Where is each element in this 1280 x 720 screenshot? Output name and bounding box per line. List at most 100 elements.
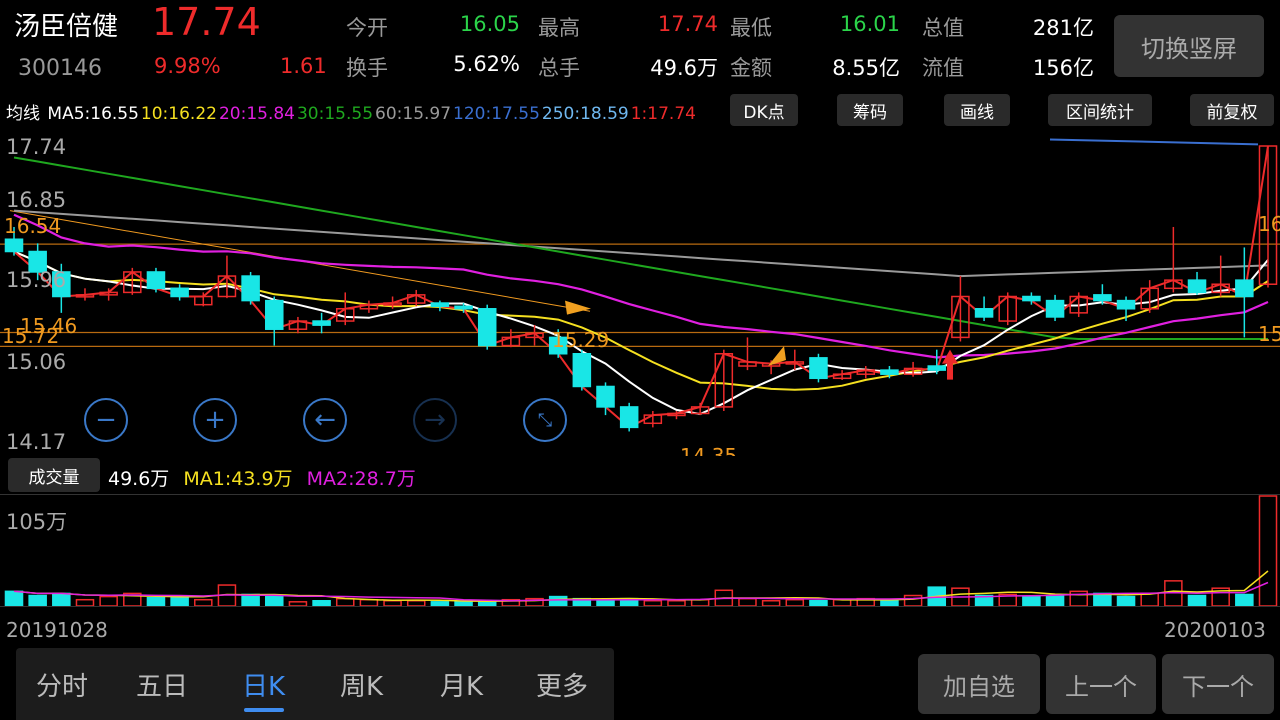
tool-button[interactable]: 画线 [944,94,1010,126]
candle-body [974,308,994,318]
ma-item: MA5:16.55 [47,104,139,124]
volume-bar [146,596,166,606]
volume-bar [738,597,757,606]
volume-bar [1116,595,1136,606]
volume-indicator-button[interactable]: 成交量 [8,458,100,492]
tab-more[interactable]: 更多 [536,666,588,703]
volume-bar [1258,495,1278,606]
candle-body [241,275,260,302]
close-line [13,145,1269,429]
scroll-left-icon[interactable]: ← [303,398,347,442]
scroll-right-icon[interactable]: → [413,398,457,442]
quote-value: 16.05 [459,12,520,36]
candle-body [170,287,189,298]
volume-bar [264,595,284,606]
volume-bar [241,593,260,606]
candle-body [264,299,284,330]
period-tabbar: 分时 五日 日K 周K 月K 更多 [16,648,614,720]
volume-bar [1045,594,1065,606]
volume-ma1: MA1:43.9万 [183,468,293,490]
zoom-out-icon[interactable]: − [84,398,128,442]
ma-legend-items: MA5:16.55 10:16.22 20:15.84 30:15.55 60:15.9… [47,104,698,124]
y-label-4: 15.06 [6,350,67,374]
level-label-left-1: 16.54 [4,214,62,238]
collapse-icon[interactable]: ⤡ [523,398,567,442]
volume-bar [28,594,47,606]
candle-body [1235,279,1254,298]
candle-body [572,353,592,388]
candle-body [596,385,615,408]
tool-button[interactable]: 筹码 [837,94,903,126]
level-label-right-1: 16 [1258,212,1280,236]
candle-body [477,308,497,347]
start-date: 20191028 [6,618,108,642]
tab-five-day[interactable]: 五日 [136,666,188,703]
tab-daily-k[interactable]: 日K [242,666,285,703]
ma-legend: 均线 MA5:16.55 10:16.22 20:15.84 30:15.55 60:1… [6,99,700,124]
volume-bar [1235,593,1254,606]
quote-label: 流值 [922,56,964,80]
tool-button[interactable]: 前复权 [1190,94,1274,126]
tab-weekly-k[interactable]: 周K [340,666,383,703]
candle-body [1045,299,1065,318]
tool-button[interactable]: DK点 [730,94,798,126]
quote-value: 156亿 [1032,56,1094,80]
ma-item: 120:17.55 [453,104,540,124]
quote-value: 17.74 [657,12,718,36]
kline-chart[interactable] [0,128,1280,456]
quote-value: 281亿 [1032,16,1094,40]
tab-intraday[interactable]: 分时 [36,666,88,703]
quote-label: 总值 [922,16,964,40]
current-price: 17.74 [152,0,261,44]
candle-body [1022,295,1041,302]
candle-body [1093,294,1112,302]
ma-item: 20:15.84 [218,104,295,124]
y-label-max: 17.74 [6,135,67,159]
quote-label: 最低 [730,16,772,40]
y-label-2: 16.85 [6,188,67,212]
zoom-in-icon[interactable]: + [193,398,237,442]
volume-chart[interactable] [0,494,1280,606]
tool-button[interactable]: 区间统计 [1048,94,1152,126]
volume-ma2: MA2:28.7万 [306,468,416,490]
quote-label: 总手 [538,56,580,80]
volume-bottom-divider [0,606,1280,607]
quote-label: 换手 [346,56,388,80]
volume-bar [903,594,923,606]
prev-stock-button[interactable]: 上一个 [1046,654,1156,714]
ma-item: 1:17.74 [630,104,696,124]
volume-bar [52,592,71,606]
ma-item: 10:16.22 [140,104,217,124]
ma120-line [1049,138,1259,146]
candle-body [1187,279,1207,294]
stock-code: 300146 [18,56,102,81]
quote-label: 金额 [730,56,772,80]
ma-item: 250:18.59 [541,104,629,124]
candle-body [880,369,899,375]
candle-body [619,406,639,429]
ma-item: 30:15.55 [296,104,374,124]
quote-value: 49.6万 [650,56,718,80]
volume-bar [548,595,568,606]
ma-item: 60:15.97 [375,104,452,124]
volume-bar [1140,592,1159,606]
end-date: 20200103 [1164,618,1266,642]
ma30-line [13,156,1268,340]
next-stock-button[interactable]: 下一个 [1162,654,1274,714]
switch-portrait-button[interactable]: 切换竖屏 [1114,15,1264,77]
level-label-left-3: 15.72 [2,324,60,348]
candle-body [1116,299,1136,310]
quote-value: 8.55亿 [832,56,900,80]
add-watchlist-button[interactable]: 加自选 [918,654,1040,714]
tab-monthly-k[interactable]: 月K [440,666,483,703]
candle-body [454,305,473,310]
quote-value: 5.62% [453,52,520,76]
ma20-line [13,213,1269,359]
volume-bar [170,595,189,606]
low-price-label: 14.35 [680,444,738,456]
level-label-right-2: 15 [1258,322,1280,346]
y-label-3: 15.96 [6,268,67,292]
buy-arrow [942,349,958,380]
change-amount: 1.61 [280,54,327,78]
active-tab-indicator [244,708,284,712]
